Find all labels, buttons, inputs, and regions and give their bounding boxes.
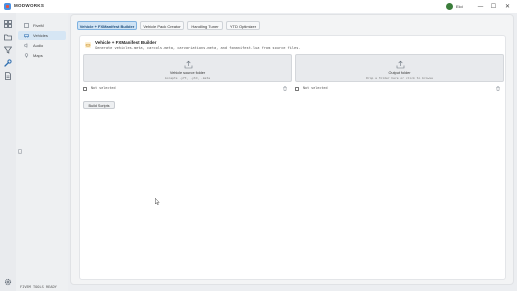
main-panel: Vehicle + FXManifest Builder Vehicle Pac… <box>70 14 514 285</box>
builder-title: Vehicle + FXManifest Builder <box>95 40 157 45</box>
cube-icon <box>24 23 29 28</box>
dropzone-title: Output folder <box>388 71 411 75</box>
wrench-icon[interactable] <box>4 59 12 67</box>
sidebar-item-label: FiveM <box>33 23 44 28</box>
document-icon[interactable] <box>4 72 12 80</box>
source-checkbox[interactable] <box>83 86 87 91</box>
tab-handling-tuner[interactable]: Handling Tuner <box>187 21 223 30</box>
tab-vehicle-pack-creator[interactable]: Vehicle Pack Creator <box>140 21 184 30</box>
vehicle-source-dropzone[interactable]: Vehicle source folder Accepts .yft, .ytd… <box>83 54 292 82</box>
sidebar-item-label: Maps <box>33 53 43 58</box>
output-status-row: Not selected <box>295 86 504 92</box>
tab-vehicle-fxmanifest-builder[interactable]: Vehicle + FXManifest Builder <box>77 21 137 30</box>
upload-icon <box>184 60 193 69</box>
filter-icon[interactable] <box>4 46 12 54</box>
trash-icon[interactable] <box>283 86 287 91</box>
dropzone-hint: Accepts .yft, .ytd, .meta <box>164 76 211 80</box>
build-scripts-button[interactable]: Build Scripts <box>83 101 115 109</box>
speaker-icon <box>24 43 29 48</box>
output-checkbox[interactable] <box>295 86 299 91</box>
car-icon <box>24 33 29 38</box>
maximize-button[interactable]: ☐ <box>489 2 498 11</box>
app-logo-icon <box>4 3 11 10</box>
output-folder-dropzone[interactable]: Output folder Drop a folder here or clic… <box>295 54 504 82</box>
title-bar: MODWORKS Eloi — ☐ ✕ <box>0 0 517 13</box>
source-status-text: Not selected <box>91 86 116 90</box>
user-avatar[interactable] <box>446 3 453 10</box>
sidebar-collapse-handle[interactable]: ‹ <box>18 149 22 154</box>
pin-icon <box>24 53 29 58</box>
sidebar-item-label: Vehicles <box>33 33 48 38</box>
builder-subtitle: Generate vehicles.meta, carcols.meta, ca… <box>95 46 301 50</box>
car-icon <box>85 42 91 48</box>
dropzone-hint: Drop a folder here or click to browse <box>366 76 433 80</box>
trash-icon[interactable] <box>496 86 500 91</box>
mouse-cursor-icon <box>155 198 160 205</box>
footer-status: FIVEM TOOLS READY <box>20 285 57 289</box>
minimize-button[interactable]: — <box>476 2 485 11</box>
sidebar-item-vehicles[interactable]: Vehicles <box>18 31 66 40</box>
icon-rail <box>0 13 16 291</box>
user-name[interactable]: Eloi <box>456 4 463 9</box>
sidebar-item-label: Audio <box>33 43 44 48</box>
app-name: MODWORKS <box>14 3 45 8</box>
tab-ytd-optimizer[interactable]: YTD Optimizer <box>226 21 260 30</box>
source-status-row: Not selected <box>83 86 292 92</box>
output-status-text: Not selected <box>303 86 328 90</box>
sidebar-item-maps[interactable]: Maps <box>18 51 66 60</box>
close-button[interactable]: ✕ <box>503 2 512 11</box>
sidebar: FiveM Vehicles Audio Maps <box>16 13 68 291</box>
sidebar-item-fivem[interactable]: FiveM <box>18 21 66 30</box>
dashboard-icon[interactable] <box>4 20 12 28</box>
builder-card: Vehicle + FXManifest Builder Generate ve… <box>79 35 506 280</box>
upload-icon <box>396 60 405 69</box>
sidebar-item-audio[interactable]: Audio <box>18 41 66 50</box>
dropzone-title: Vehicle source folder <box>169 71 206 75</box>
folder-icon[interactable] <box>4 33 12 41</box>
settings-gear-icon[interactable] <box>4 278 12 286</box>
